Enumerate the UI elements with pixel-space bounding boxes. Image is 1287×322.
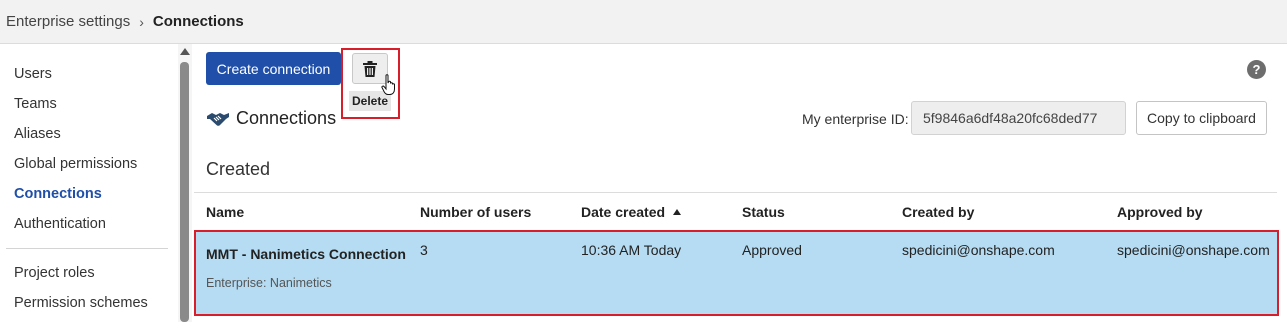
sidebar-item-project-roles[interactable]: Project roles — [14, 265, 95, 281]
status: Approved — [742, 242, 802, 258]
help-icon[interactable]: ? — [1247, 60, 1266, 79]
connections-title: Connections — [236, 108, 337, 128]
sidebar-item-permission-schemes[interactable]: Permission schemes — [14, 295, 148, 311]
breadcrumb-separator: › — [139, 13, 144, 30]
column-header-created-by[interactable]: Created by — [902, 204, 974, 220]
enterprise-id-label: My enterprise ID: — [802, 111, 909, 127]
created-section-title: Created — [206, 159, 271, 179]
sidebar-item-aliases[interactable]: Aliases — [14, 126, 61, 142]
column-header-date-created[interactable]: Date created — [581, 204, 682, 220]
column-header-date-created-label: Date created — [581, 204, 666, 220]
column-header-approved-by[interactable]: Approved by — [1117, 204, 1203, 220]
enterprise-id-field[interactable]: 5f9846a6df48a20fc68ded77 — [911, 101, 1126, 135]
hand-pointer-icon — [381, 74, 395, 95]
column-header-status[interactable]: Status — [742, 204, 785, 220]
breadcrumb: Enterprise settings › Connections — [0, 0, 1287, 44]
scrollbar-thumb[interactable] — [180, 62, 189, 322]
section-divider — [194, 192, 1277, 193]
connections-header: Connections — [206, 108, 336, 129]
sidebar-item-users[interactable]: Users — [14, 66, 52, 82]
created-by: spedicini@onshape.com — [902, 242, 1055, 258]
sidebar-item-connections[interactable]: Connections — [14, 186, 102, 202]
create-connection-button[interactable]: Create connection — [206, 52, 341, 85]
sidebar-item-teams[interactable]: Teams — [14, 96, 57, 112]
sidebar-item-global-permissions[interactable]: Global permissions — [14, 156, 137, 172]
breadcrumb-parent[interactable]: Enterprise settings — [6, 13, 130, 30]
copy-to-clipboard-button[interactable]: Copy to clipboard — [1136, 101, 1267, 135]
column-header-number-of-users[interactable]: Number of users — [420, 204, 531, 220]
number-of-users: 3 — [420, 242, 428, 258]
sidebar-scrollbar[interactable] — [178, 44, 192, 322]
handshake-icon — [207, 112, 229, 126]
trash-icon — [363, 60, 377, 77]
sidebar-divider — [6, 248, 168, 249]
connection-enterprise: Enterprise: Nanimetics — [206, 276, 332, 290]
connection-name: MMT - Nanimetics Connection — [206, 246, 406, 262]
scroll-up-arrow-icon[interactable] — [180, 48, 190, 55]
column-header-name[interactable]: Name — [206, 204, 244, 220]
approved-by: spedicini@onshape.com — [1117, 242, 1270, 258]
sidebar: Users Teams Aliases Global permissions C… — [0, 44, 178, 322]
table-row[interactable]: MMT - Nanimetics Connection Enterprise: … — [194, 230, 1279, 316]
breadcrumb-current: Connections — [152, 13, 244, 30]
date-created: 10:36 AM Today — [581, 242, 682, 258]
sort-ascending-icon — [673, 209, 682, 215]
sidebar-item-authentication[interactable]: Authentication — [14, 216, 106, 232]
main-content: Create connection Delete ? Connections M… — [194, 44, 1287, 322]
